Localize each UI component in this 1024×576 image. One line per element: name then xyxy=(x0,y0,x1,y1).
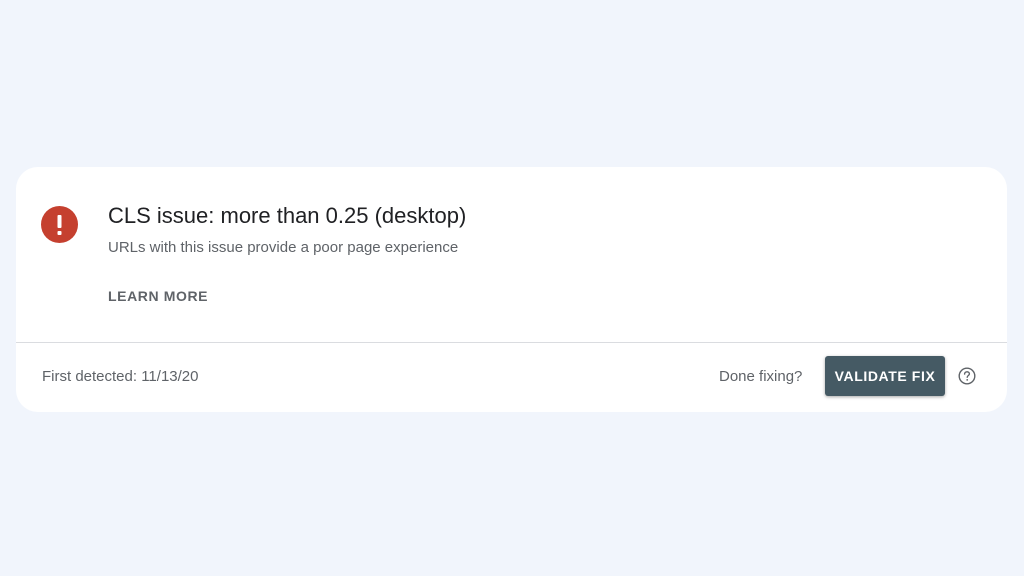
validate-fix-button[interactable]: VALIDATE FIX xyxy=(825,356,945,396)
learn-more-link[interactable]: LEARN MORE xyxy=(108,288,208,304)
issue-title: CLS issue: more than 0.25 (desktop) xyxy=(108,203,467,228)
first-detected-text: First detected: 11/13/20 xyxy=(42,368,199,385)
issue-subtitle: URLs with this issue provide a poor page… xyxy=(108,239,459,256)
divider xyxy=(16,342,1007,343)
error-icon xyxy=(41,206,78,243)
issue-card: CLS issue: more than 0.25 (desktop) URLs… xyxy=(16,167,1007,412)
help-circle-icon[interactable] xyxy=(958,367,976,385)
done-fixing-prompt: Done fixing? xyxy=(719,368,803,385)
